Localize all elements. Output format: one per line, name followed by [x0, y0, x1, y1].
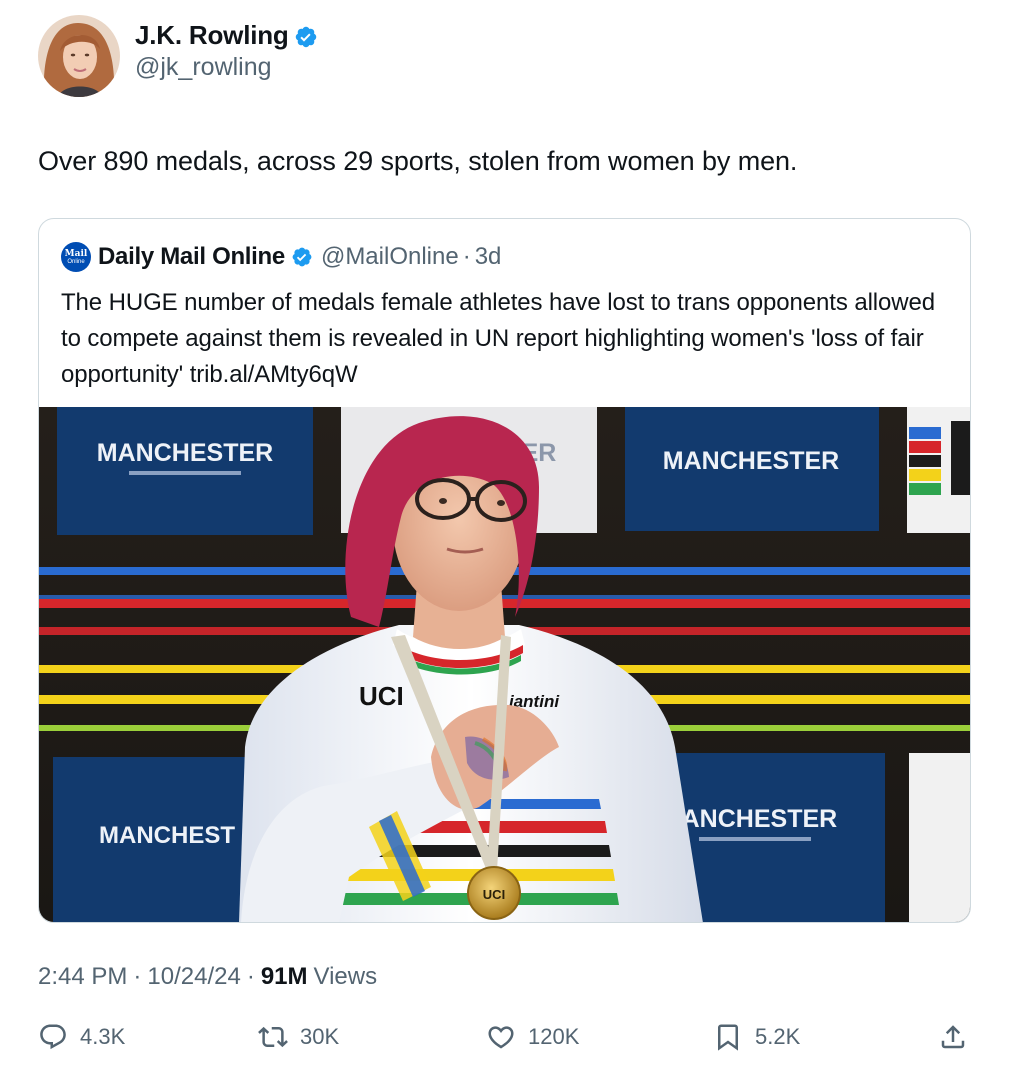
like-count: 120K: [528, 1024, 580, 1049]
jersey-logo-text: UCI: [359, 681, 404, 711]
retweet-button[interactable]: 30K: [258, 1018, 339, 1056]
separator-dot: ·: [246, 963, 255, 990]
share-icon: [941, 1025, 965, 1049]
like-icon: [488, 1026, 514, 1049]
tweet-text: Over 890 medals, across 29 sports, stole…: [38, 146, 798, 176]
tweet-date[interactable]: 10/24/24: [147, 963, 240, 991]
share-button[interactable]: [938, 1018, 968, 1056]
views-label: Views: [313, 963, 378, 990]
views-count: 91M: [260, 963, 308, 990]
like-button[interactable]: 120K: [486, 1018, 579, 1056]
medal-text: UCI: [483, 887, 505, 902]
separator-dot: ·: [133, 963, 142, 990]
author-name-row: J.K. Rowling: [135, 20, 318, 51]
bookmark-count: 5.2K: [755, 1024, 801, 1049]
quoted-author-handle: @MailOnline: [320, 243, 459, 270]
mail-online-logo[interactable]: Mail Online: [61, 242, 91, 272]
action-bar: 4.3K 30K 120K 5.2K: [38, 1018, 973, 1056]
tweet-time[interactable]: 2:44 PM: [38, 963, 127, 991]
retweet-count: 30K: [300, 1024, 340, 1049]
author-names: J.K. Rowling @jk_rowling: [135, 20, 318, 82]
separator-dot: ·: [462, 243, 471, 270]
banner-text: MANCHESTER: [97, 439, 273, 467]
bookmark-button[interactable]: 5.2K: [713, 1018, 800, 1056]
banner-text-cut: MANCHEST: [99, 822, 235, 849]
verified-badge-icon: [292, 247, 312, 267]
logo-line-2: Online: [67, 258, 85, 265]
quoted-author-name: Daily Mail Online: [98, 243, 285, 270]
verified-badge-icon: [295, 26, 316, 47]
reply-icon: [40, 1024, 66, 1050]
logo-line-1: Mail: [64, 248, 88, 259]
reply-button[interactable]: 4.3K: [38, 1018, 125, 1056]
tweet-meta: 2:44 PM · 10/24/24 · 91M Views: [38, 963, 377, 991]
author-display-name[interactable]: J.K. Rowling: [135, 20, 289, 51]
avatar[interactable]: [38, 15, 120, 97]
quoted-tweet-header: Mail Online Daily Mail Online @MailOnlin…: [61, 241, 501, 273]
bookmark-icon: [718, 1024, 738, 1051]
quoted-tweet-image[interactable]: MANCHESTER ER MANCHESTER MANCHEST MANCHE…: [39, 407, 970, 922]
quoted-tweet-card[interactable]: Mail Online Daily Mail Online @MailOnlin…: [38, 218, 971, 923]
author-handle[interactable]: @jk_rowling: [135, 53, 318, 82]
retweet-icon: [258, 1026, 288, 1048]
quoted-tweet-time: 3d: [474, 243, 502, 270]
tweet-header: J.K. Rowling @jk_rowling: [38, 14, 318, 98]
banner-text: MANCHESTER: [663, 447, 839, 475]
quoted-tweet-text: The HUGE number of medals female athlete…: [61, 289, 936, 388]
reply-count: 4.3K: [80, 1024, 126, 1049]
